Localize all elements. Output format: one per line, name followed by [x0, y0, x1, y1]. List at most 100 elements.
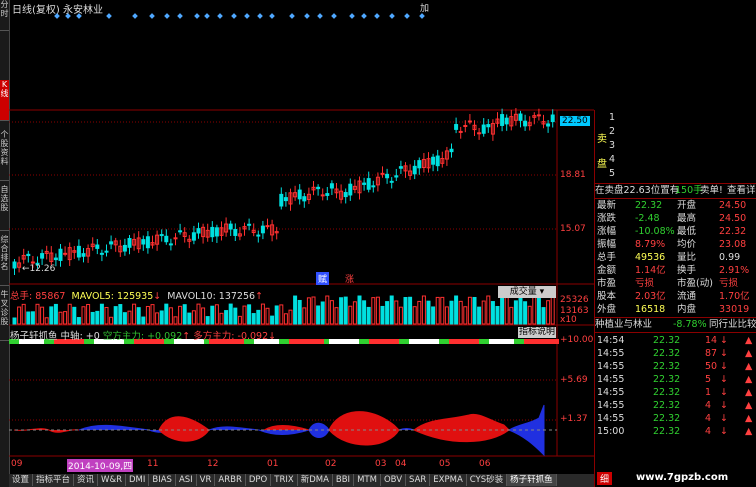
volume-bar [196, 303, 201, 325]
bid-button[interactable]: 卖单! [700, 185, 723, 197]
candle-body [486, 124, 491, 128]
volume-bar [58, 311, 63, 325]
volume-bar [357, 295, 362, 325]
tick-price: 22.32 [653, 400, 681, 411]
stat-value: 2.91% [719, 265, 750, 276]
ind-duo: -0.092 [237, 331, 269, 342]
stat-label: 涨幅 [597, 226, 617, 237]
x-label-09: 09 [11, 459, 23, 469]
tab-obv[interactable]: OBV [381, 474, 407, 486]
candle-body [463, 125, 468, 128]
vtab-profile[interactable]: 个股资料 [0, 130, 9, 181]
tab-asi[interactable]: ASI [176, 474, 197, 486]
tab-yangzixuan[interactable]: 杨子轩抓鱼 [507, 474, 557, 486]
volume-bar [463, 306, 468, 325]
vtab-kline[interactable]: K线 [0, 80, 9, 121]
volume-bar [394, 300, 399, 325]
main-chart [9, 108, 594, 457]
strip-cell [384, 339, 389, 344]
up-marker-icon: ▲ [745, 361, 753, 372]
tab-trix[interactable]: TRIX [271, 474, 298, 486]
stat-row: 市盈 亏损 市盈(动) 亏损 [595, 278, 756, 290]
candle-body [316, 186, 321, 190]
volume-select-button[interactable]: 成交量 ▾ [498, 286, 556, 298]
volume-bar [408, 296, 413, 325]
vol-axis-unit: x10 [560, 315, 577, 325]
volume-bar [155, 312, 160, 325]
stat-value: 33019 [719, 304, 750, 315]
tick-time: 15:00 [597, 426, 625, 437]
industry-compare-link[interactable]: 同行业比较 [709, 319, 756, 331]
volume-bar [389, 295, 394, 325]
volume-bar [523, 301, 528, 325]
tick-volume: 14 [705, 335, 718, 346]
tab-settings[interactable]: 设置 [9, 474, 34, 486]
candle-body [412, 165, 417, 175]
arrow-down-icon: ↓ [720, 426, 728, 437]
volume-bar [63, 311, 68, 325]
up-marker-icon: ▲ [745, 335, 753, 346]
tab-expma[interactable]: EXPMA [430, 474, 467, 486]
tab-news[interactable]: 资讯 [74, 474, 99, 486]
volume-bar [205, 316, 210, 325]
tick-row: 14:55 22.32 87 ↓ ▲ [595, 348, 756, 360]
fu-marker: 赋 [316, 272, 330, 285]
tab-sar[interactable]: SAR [406, 474, 431, 486]
volume-bar [12, 317, 17, 325]
stat-value: 1.70亿 [719, 291, 750, 302]
tab-bbi[interactable]: BBI [333, 474, 355, 486]
tab-cys[interactable]: CYS砂装 [467, 474, 508, 486]
order-row: 2 [595, 126, 756, 138]
vtab-fenshi[interactable]: 分时 [0, 0, 9, 31]
strip-cell [404, 339, 409, 344]
tab-platform[interactable]: 指标平台 [33, 474, 75, 486]
tab-dmi[interactable]: DMI [126, 474, 150, 486]
volume-bar [260, 303, 265, 325]
tab-wr[interactable]: W&R [98, 474, 126, 486]
volume-bar [527, 305, 532, 325]
strip-cell [439, 339, 444, 344]
strip-cell [509, 339, 514, 344]
volume-bar [168, 307, 173, 325]
bid-qty: 150手 [675, 185, 703, 196]
vtab-watchlist[interactable]: 自选股 [0, 185, 9, 231]
detail-tab[interactable]: 细 [597, 472, 613, 485]
tab-bias[interactable]: BIAS [149, 474, 176, 486]
bid-detail-link[interactable]: 查看详细 [727, 185, 756, 197]
tick-volume: 87 [705, 348, 718, 359]
candle-body [168, 243, 173, 246]
tick-price: 22.32 [653, 361, 681, 372]
tick-price: 22.32 [653, 348, 681, 359]
tab-mtm[interactable]: MTM [354, 474, 381, 486]
tick-time: 14:55 [597, 374, 625, 385]
arrow-down-icon: ↓ [720, 335, 728, 346]
vtab-diagnosis[interactable]: 牛叉诊股 [0, 290, 9, 341]
tick-row: 14:55 22.32 4 ↓ ▲ [595, 413, 756, 425]
vtab-ranking[interactable]: 综合排名 [0, 235, 9, 286]
strip-cell [549, 339, 554, 344]
stat-value: 49536 [635, 252, 666, 263]
strip-cell [529, 339, 534, 344]
stat-label: 流通 [677, 291, 697, 302]
strip-cell [489, 339, 494, 344]
tab-dma[interactable]: 新DMA [298, 474, 333, 486]
indicator-help-button[interactable]: 指标说明 [518, 327, 556, 338]
volume-bar [237, 315, 242, 325]
candle-body [53, 257, 58, 261]
volume-bar [95, 310, 100, 325]
tab-vr[interactable]: VR [197, 474, 216, 486]
ind-duo-label: 多方主力 [193, 331, 232, 342]
stat-label: 市盈 [597, 278, 617, 289]
tab-dpo[interactable]: DPO [246, 474, 272, 486]
mai-label: 卖 [597, 134, 607, 145]
stat-value: -10.08% [635, 226, 675, 237]
strip-cell [454, 339, 459, 344]
volume-bar [458, 300, 463, 325]
tab-arbr[interactable]: ARBR [215, 474, 246, 486]
volume-bar [398, 306, 403, 325]
strip-cell [524, 339, 529, 344]
strip-cell [359, 339, 364, 344]
stat-label: 最低 [677, 226, 697, 237]
candle-body [320, 194, 325, 197]
volume-header: 总手: 85867 MAVOL5: 125935↓ MAVOL10: 13725… [10, 291, 264, 302]
